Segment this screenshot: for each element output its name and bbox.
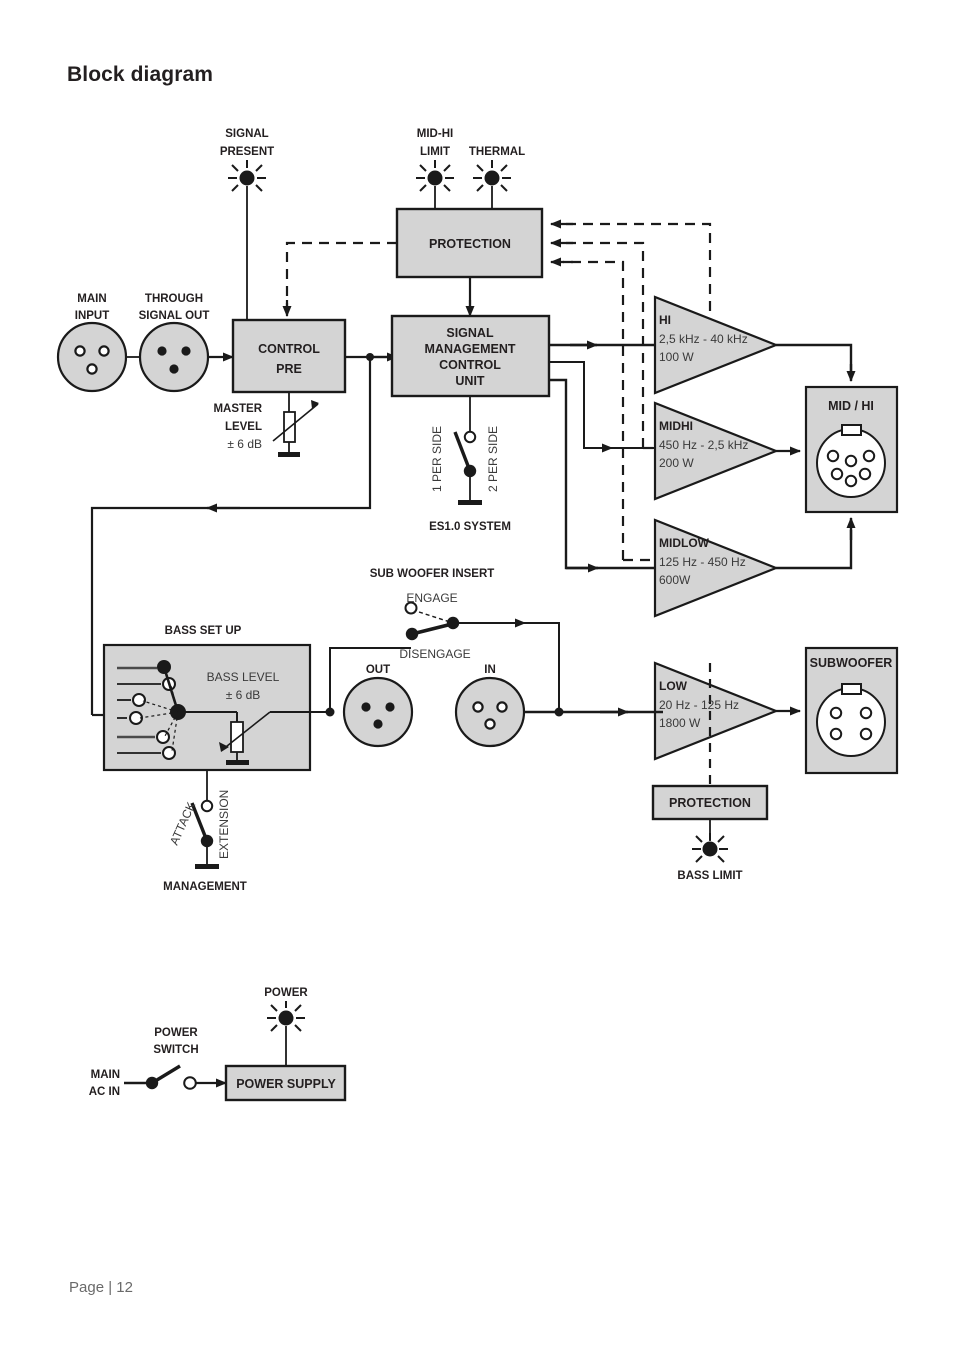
label-extension: EXTENSION	[217, 790, 231, 859]
label-power-switch-line2: SWITCH	[153, 1044, 198, 1056]
label-amp-low-name: LOW	[659, 679, 688, 693]
label-master-level-line3: ± 6 dB	[227, 437, 262, 451]
power-switch[interactable]	[124, 1064, 227, 1090]
label-smcu-line2: MANAGEMENT	[425, 342, 516, 356]
label-amp-midlow-name: MIDLOW	[659, 536, 710, 550]
label-mid-hi-panel: MID / HI	[828, 399, 874, 413]
attack-extension-switch[interactable]	[190, 770, 219, 869]
label-disengage: DISENGAGE	[399, 647, 470, 661]
label-main-input-line2: INPUT	[75, 310, 110, 322]
label-sub-out: OUT	[366, 664, 390, 676]
led-bass-limit	[692, 833, 728, 863]
label-signal-present-line2: PRESENT	[220, 146, 274, 158]
led-mid-hi-limit	[416, 160, 454, 209]
control-pre-block	[231, 318, 347, 394]
label-es10-system: ES1.0 SYSTEM	[429, 521, 511, 533]
label-amp-low-power: 1800 W	[659, 716, 701, 730]
label-mid-hi-limit-line1: MID-HI	[417, 128, 453, 140]
label-amp-low-range: 20 Hz - 125 Hz	[659, 698, 739, 712]
label-amp-midlow-power: 600W	[659, 573, 691, 587]
led-thermal	[473, 160, 511, 209]
label-amp-midlow-range: 125 Hz - 450 Hz	[659, 555, 746, 569]
label-through-out-line2: SIGNAL OUT	[139, 310, 210, 322]
connector-main-input	[56, 321, 128, 393]
label-master-level-line1: MASTER	[213, 403, 262, 415]
connector-sub-in	[454, 676, 526, 748]
label-amp-midhi-name: MIDHI	[659, 419, 693, 433]
label-control-pre-line2: PRE	[276, 362, 302, 376]
label-mid-hi-limit-line2: LIMIT	[420, 146, 450, 158]
bass-set-up-block	[102, 643, 312, 772]
label-sub-woofer-insert: SUB WOOFER INSERT	[370, 568, 495, 580]
label-smcu-line4: UNIT	[455, 374, 485, 388]
label-bass-limit: BASS LIMIT	[677, 870, 742, 882]
label-engage: ENGAGE	[406, 591, 457, 605]
label-power-led: POWER	[264, 987, 308, 999]
label-main-input-line1: MAIN	[77, 293, 106, 305]
label-smcu-line3: CONTROL	[439, 358, 501, 372]
label-thermal: THERMAL	[469, 146, 525, 158]
label-amp-hi-name: HI	[659, 313, 671, 327]
label-two-per-side: 2 PER SIDE	[486, 426, 500, 492]
label-power-supply: POWER SUPPLY	[236, 1077, 336, 1091]
block-diagram-figure: SIGNAL PRESENT MID-HI LIMIT THERMAL BASS…	[0, 0, 954, 1350]
block-diagram-svg: SIGNAL PRESENT MID-HI LIMIT THERMAL BASS…	[56, 128, 899, 1102]
label-protection-bass: PROTECTION	[669, 796, 751, 810]
label-one-per-side: 1 PER SIDE	[430, 426, 444, 492]
label-management: MANAGEMENT	[163, 881, 247, 893]
label-amp-hi-range: 2,5 kHz - 40 kHz	[659, 332, 748, 346]
label-smcu-line1: SIGNAL	[446, 326, 494, 340]
label-subwoofer-panel: SUBWOOFER	[810, 656, 893, 670]
label-through-out-line1: THROUGH	[145, 293, 203, 305]
connector-through-signal-out	[138, 321, 210, 393]
label-main-ac-in-line1: MAIN	[91, 1069, 120, 1081]
es10-system-switch[interactable]	[453, 396, 482, 505]
page-root: Block diagram SIGNAL PRESENT MID-HI LIMI…	[0, 0, 954, 1350]
label-master-level-line2: LEVEL	[225, 421, 262, 433]
label-control-pre-line1: CONTROL	[258, 342, 320, 356]
page-footer: Page | 12	[69, 1279, 133, 1296]
label-sub-in: IN	[484, 664, 496, 676]
label-amp-hi-power: 100 W	[659, 350, 694, 364]
label-protection-top: PROTECTION	[429, 237, 511, 251]
master-level-control	[272, 392, 319, 457]
label-amp-midhi-range: 450 Hz - 2,5 kHz	[659, 438, 748, 452]
label-power-switch-line1: POWER	[154, 1027, 198, 1039]
label-amp-midhi-power: 200 W	[659, 456, 694, 470]
label-attack: ATTACK	[167, 800, 198, 847]
label-main-ac-in-line2: AC IN	[89, 1086, 120, 1098]
led-signal-present	[228, 160, 266, 320]
label-bass-set-up: BASS SET UP	[165, 625, 242, 637]
label-bass-level-line1: BASS LEVEL	[207, 670, 280, 684]
label-signal-present-line1: SIGNAL	[225, 128, 268, 140]
connector-sub-out	[342, 676, 414, 748]
label-bass-level-line2: ± 6 dB	[226, 688, 261, 702]
